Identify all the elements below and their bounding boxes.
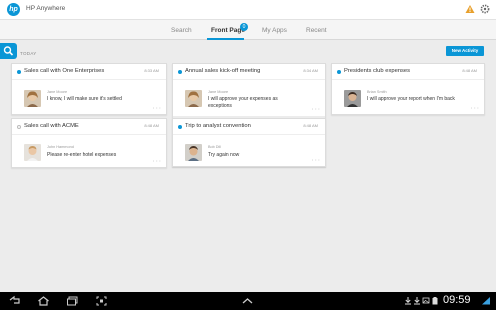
card-time: 8:48 AM: [462, 68, 477, 73]
settings-gear-icon[interactable]: [480, 4, 490, 14]
message-text: Try again now: [208, 152, 240, 158]
card-title: Trip to analyst convention: [185, 123, 251, 129]
avatar: [24, 144, 41, 161]
card-time: 8:34 AM: [303, 68, 318, 73]
activity-card[interactable]: Sales call with One Enterprises 8:33 AM …: [11, 63, 167, 115]
search-icon: [3, 46, 14, 56]
avatar: [24, 90, 41, 107]
card-time: 8:48 AM: [303, 123, 318, 128]
read-dot-icon: [17, 125, 21, 129]
app-title: HP Anywhere: [26, 5, 66, 12]
card-title: Presidents club expenses: [344, 68, 411, 74]
message-sender: Jane Moore: [208, 90, 229, 94]
message-sender: Jane Moore: [47, 90, 68, 94]
recent-apps-icon[interactable]: [66, 295, 79, 307]
more-icon: • • •: [152, 159, 161, 163]
system-nav-bar: 09:59: [0, 292, 496, 310]
tab-bar: Search Front Page My Apps Recent: [0, 20, 496, 40]
hp-logo-icon: hp: [7, 3, 20, 16]
more-icon: • • •: [470, 106, 479, 110]
signal-icon: [482, 297, 490, 305]
message-sender: Bob Dill: [208, 145, 222, 149]
tab-my-apps[interactable]: My Apps: [262, 27, 287, 34]
search-button[interactable]: [0, 43, 17, 59]
unread-dot-icon: [337, 70, 341, 74]
app-header: hp HP Anywhere: [0, 0, 496, 20]
message-text: I know, I will make sure it's settled: [47, 96, 122, 102]
home-icon[interactable]: [37, 295, 50, 307]
unread-dot-icon: [178, 125, 182, 129]
message-text: Please re-enter hotel expenses: [47, 152, 117, 158]
chevron-up-icon[interactable]: [241, 295, 254, 307]
image-icon: [422, 297, 430, 304]
card-title: Sales call with ACME: [24, 123, 79, 129]
download-icon: [414, 297, 420, 305]
activity-card[interactable]: Presidents club expenses 8:48 AM Brian S…: [331, 63, 485, 115]
avatar: [185, 144, 202, 161]
download-icon: [405, 297, 411, 305]
card-header: Annual sales kick-off meeting 8:34 AM: [173, 64, 325, 80]
more-icon: • • •: [311, 107, 320, 111]
card-time: 8:33 AM: [144, 68, 159, 73]
new-activity-button[interactable]: New Activity: [446, 46, 484, 56]
tab-recent[interactable]: Recent: [306, 27, 327, 34]
status-clock: 09:59: [443, 294, 471, 306]
active-tab-indicator: [207, 38, 244, 40]
card-title: Sales call with One Enterprises: [24, 68, 105, 74]
message-text: I will approve your expenses as exceptio…: [208, 96, 278, 109]
card-header: Presidents club expenses 8:48 AM: [332, 64, 484, 80]
card-title: Annual sales kick-off meeting: [185, 68, 261, 74]
screenshot-icon[interactable]: [95, 295, 108, 307]
more-icon: • • •: [311, 158, 320, 162]
back-icon[interactable]: [8, 295, 21, 307]
card-header: Trip to analyst convention 8:48 AM: [173, 119, 325, 135]
message-text: I will approve your report when I'm back: [367, 96, 455, 102]
more-icon: • • •: [152, 106, 161, 110]
card-time: 8:48 AM: [144, 123, 159, 128]
battery-icon: [432, 297, 438, 305]
unread-dot-icon: [17, 70, 21, 74]
message-sender: John Hammond: [47, 145, 74, 149]
tab-search[interactable]: Search: [171, 27, 192, 34]
unread-dot-icon: [178, 70, 182, 74]
avatar: [344, 90, 361, 107]
front-page-badge: 0: [240, 23, 248, 31]
alert-icon[interactable]: [465, 4, 475, 14]
card-header: Sales call with ACME 8:48 AM: [12, 119, 166, 135]
activity-card[interactable]: Sales call with ACME 8:48 AM John Hammon…: [11, 118, 167, 168]
activity-card[interactable]: Trip to analyst convention 8:48 AM Bob D…: [172, 118, 326, 167]
card-header: Sales call with One Enterprises 8:33 AM: [12, 64, 166, 80]
section-label-today: TODAY: [20, 51, 37, 56]
avatar: [185, 90, 202, 107]
message-sender: Brian Smith: [367, 90, 387, 94]
